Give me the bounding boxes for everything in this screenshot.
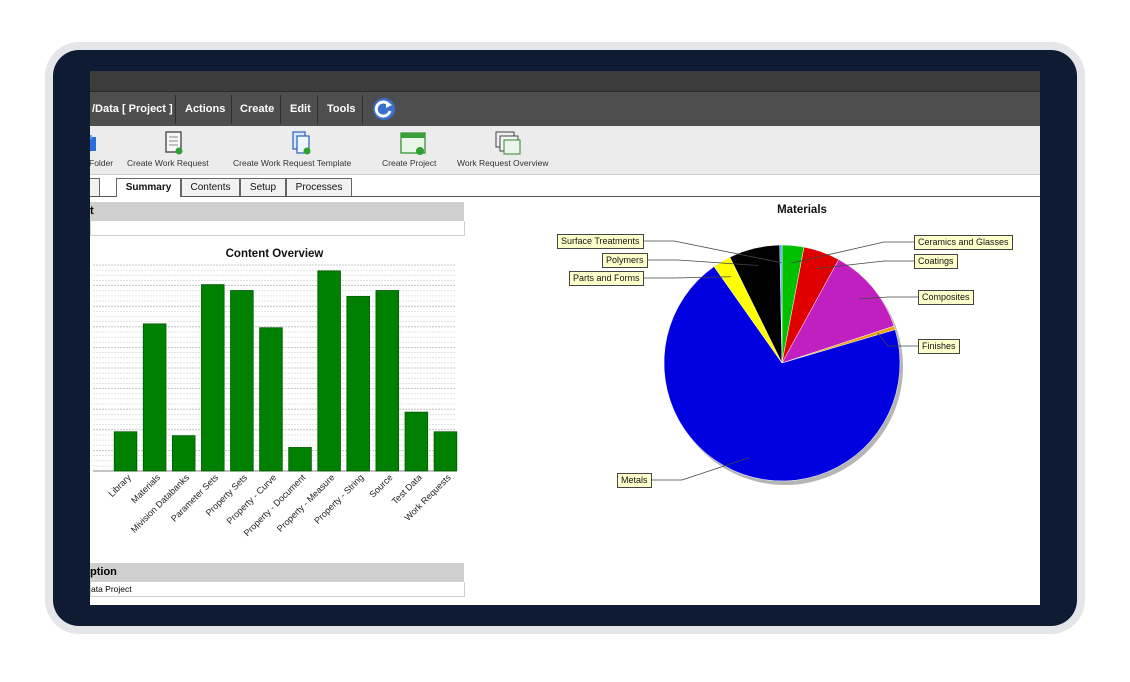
bar-property-curve[interactable] [259, 327, 283, 472]
menu-edit[interactable]: Edit [290, 92, 311, 127]
folder-label: Folder [90, 158, 114, 168]
create-project-button[interactable]: Create Project [382, 126, 446, 174]
pie-chart-title: Materials [777, 204, 827, 216]
menu-tools[interactable]: Tools [327, 92, 356, 127]
pie-label-parts-and-forms: Parts and Forms [569, 271, 644, 286]
bar-work-requests[interactable] [433, 431, 458, 472]
create-work-request-label: Create Work Request [127, 158, 209, 168]
bar-parameter-sets[interactable] [201, 284, 225, 472]
menu-create[interactable]: Create [240, 92, 274, 127]
tab-strip: Summary Contents Setup Processes [90, 178, 1040, 197]
work-request-overview-label: Work Request Overview [457, 158, 549, 168]
create-work-request-template-label: Create Work Request Template [233, 158, 352, 168]
bar-property-document[interactable] [288, 447, 312, 472]
x-tick-label: Property - Curve [225, 472, 279, 526]
tab-summary[interactable]: Summary [116, 178, 181, 197]
content-overview-chart: Content OverviewLibraryMaterialsMivision… [93, 248, 458, 538]
section-body [90, 221, 465, 236]
x-tick-label: Source [367, 472, 394, 499]
project-icon [400, 132, 426, 155]
tab-setup[interactable]: Setup [240, 178, 286, 196]
bar-mivision-databanks[interactable] [171, 435, 196, 472]
pie-label-metals: Metals [617, 473, 652, 488]
description-body: ata Project [90, 582, 465, 597]
pie-label-surface-treatments: Surface Treatments [557, 234, 644, 249]
pie-label-finishes: Finishes [918, 339, 960, 354]
bar-test-data[interactable] [404, 411, 429, 472]
work-request-overview-button[interactable]: Work Request Overview [457, 126, 567, 174]
bar-library[interactable] [113, 431, 138, 472]
x-tick-label: Library [106, 472, 133, 499]
folder-icon [90, 135, 96, 151]
app-screen: /Data [ Project ] Actions Create Edit To… [90, 71, 1040, 605]
toolbar: Folder Create Work Request Create Work R… [90, 126, 1040, 175]
tab-contents[interactable]: Contents [181, 178, 240, 196]
bar-property-measure[interactable] [317, 270, 341, 472]
menu-separator [231, 95, 232, 124]
menu-separator [175, 95, 176, 124]
create-work-request-template-button[interactable]: Create Work Request Template [233, 126, 373, 174]
tab-hidden[interactable] [90, 178, 100, 196]
pie-label-polymers: Polymers [602, 253, 648, 268]
menu-separator [317, 95, 318, 124]
pie-label-composites: Composites [918, 290, 974, 305]
menu-separator [362, 95, 363, 124]
menu-project[interactable]: /Data [ Project ] [92, 92, 173, 127]
tab-processes[interactable]: Processes [286, 178, 352, 196]
menu-bar: /Data [ Project ] Actions Create Edit To… [90, 91, 1040, 127]
menu-separator [280, 95, 281, 124]
work-request-icon [165, 131, 183, 155]
bar-property-sets[interactable] [230, 290, 254, 472]
refresh-icon[interactable] [372, 97, 396, 121]
title-bar [90, 71, 1040, 91]
create-project-label: Create Project [382, 158, 437, 168]
bar-materials[interactable] [142, 323, 167, 472]
create-work-request-button[interactable]: Create Work Request [127, 126, 225, 174]
pie-label-ceramics-and-glasses: Ceramics and Glasses [914, 235, 1013, 250]
folder-button[interactable]: Folder [90, 126, 120, 174]
overview-icon [495, 131, 521, 155]
section-header: t [90, 202, 464, 221]
menu-actions[interactable]: Actions [185, 92, 225, 127]
bar-source[interactable] [375, 290, 400, 472]
bar-chart-title: Content Overview [226, 248, 324, 260]
template-icon [292, 131, 311, 155]
bar-property-string[interactable] [346, 295, 370, 472]
pie-label-coatings: Coatings [914, 254, 958, 269]
description-header: ption [90, 563, 464, 582]
description-value: ata Project [91, 584, 132, 594]
